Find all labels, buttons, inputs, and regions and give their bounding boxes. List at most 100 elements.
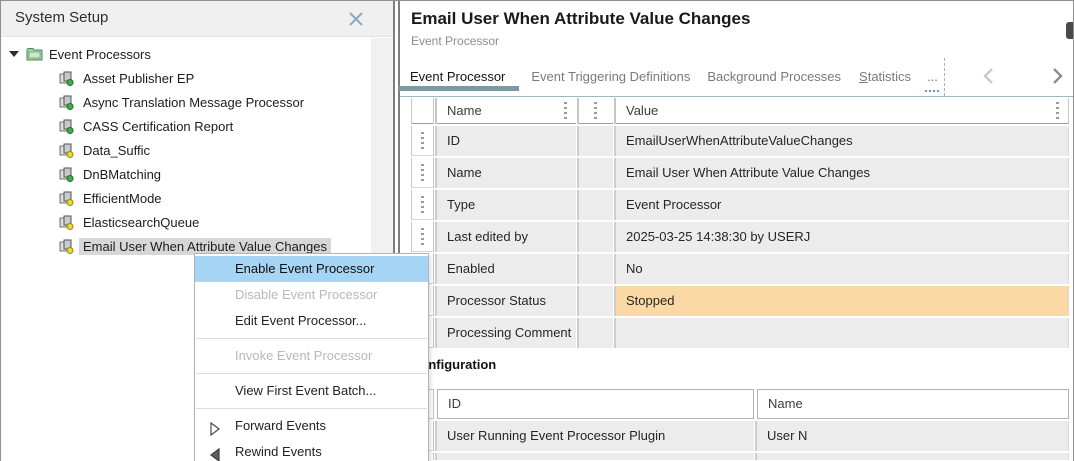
row-handle[interactable]: [411, 222, 434, 252]
tree-item-label: CASS Certification Report: [79, 118, 237, 135]
property-row-processing-comment: Processing Comment: [411, 318, 1069, 348]
config-column-header-id: ID: [437, 389, 754, 419]
tree-item[interactable]: Asset Publisher EP: [1, 67, 371, 91]
panel-header: System Setup: [1, 1, 393, 37]
pin-icon[interactable]: [1066, 22, 1073, 39]
event-processor-icon: [59, 119, 74, 134]
forward-events-icon: [208, 419, 222, 433]
tree-item[interactable]: Data_Suffic: [1, 139, 371, 163]
panel-title: System Setup: [15, 9, 108, 26]
column-header-name: Name: [437, 98, 576, 124]
menu-item-forward-events[interactable]: Forward Events: [195, 413, 428, 439]
event-processor-icon: [59, 143, 74, 158]
collapse-arrow-icon[interactable]: [9, 51, 19, 57]
event-processor-icon: [59, 239, 74, 254]
tree-item-label: Asset Publisher EP: [79, 70, 198, 87]
event-processor-icon: [59, 167, 74, 182]
property-name-cell: Last edited by: [437, 222, 576, 252]
column-menu-dots-icon[interactable]: [564, 102, 567, 119]
property-spacer-cell: [579, 318, 613, 348]
property-row-processor-status: Processor Status Stopped: [411, 286, 1069, 316]
property-spacer-cell: [579, 158, 613, 188]
status-value-cell: Stopped: [616, 286, 1069, 316]
menu-separator: [196, 338, 427, 339]
property-value-cell: Email User When Attribute Value Changes: [616, 158, 1069, 188]
context-menu: Enable Event Processor Disable Event Pro…: [194, 253, 429, 461]
menu-item-invoke-event-processor[interactable]: Invoke Event Processor: [195, 343, 428, 369]
row-handle[interactable]: [411, 158, 434, 188]
page-title: Email User When Attribute Value Changes: [411, 9, 750, 29]
tree-item[interactable]: EfficientMode: [1, 187, 371, 211]
property-row-id: ID EmailUserWhenAttributeValueChanges: [411, 126, 1069, 156]
property-value-cell: EmailUserWhenAttributeValueChanges: [616, 126, 1069, 156]
config-name-cell: [757, 453, 1069, 460]
property-row-enabled: Enabled No: [411, 254, 1069, 284]
tab-background-processes[interactable]: Background Processes: [707, 69, 841, 85]
app-window: System Setup Event Processors Asset Publ…: [0, 0, 1074, 461]
detail-pane: Email User When Attribute Value Changes …: [400, 1, 1073, 461]
config-id-cell: [437, 453, 754, 460]
tab-statistics[interactable]: Statistics: [859, 69, 911, 85]
tab-event-triggering-definitions[interactable]: Event Triggering Definitions: [531, 69, 690, 85]
tree-item[interactable]: DnBMatching: [1, 163, 371, 187]
config-column-header-name: Name: [757, 389, 1069, 419]
row-handle-dots-icon: [421, 164, 424, 181]
column-menu-dots-icon[interactable]: [594, 102, 597, 119]
menu-item-view-first-event-batch[interactable]: View First Event Batch...: [195, 378, 428, 404]
tab-bar: Event Processor Event Triggering Definit…: [400, 57, 1073, 97]
tree-item[interactable]: CASS Certification Report: [1, 115, 371, 139]
tree-node-event-processors[interactable]: Event Processors: [1, 43, 371, 67]
menu-item-enable-event-processor[interactable]: Enable Event Processor: [195, 256, 428, 282]
tree-root-label: Event Processors: [49, 47, 151, 62]
menu-item-edit-event-processor[interactable]: Edit Event Processor...: [195, 308, 428, 334]
tree-item-label: EfficientMode: [79, 190, 166, 207]
row-handle[interactable]: [411, 126, 434, 156]
rewind-events-icon: [208, 445, 222, 459]
property-value-cell: Event Processor: [616, 190, 1069, 220]
close-icon[interactable]: [347, 10, 365, 28]
menu-separator: [196, 373, 427, 374]
event-processor-icon: [59, 215, 74, 230]
property-row-last-edited: Last edited by 2025-03-25 14:38:30 by US…: [411, 222, 1069, 252]
configuration-table: ID Name User Running Event Processor Plu…: [411, 389, 1069, 460]
event-processor-icon: [59, 95, 74, 110]
row-handle-dots-icon: [421, 196, 424, 213]
property-name-cell: Processor Status: [437, 286, 576, 316]
configuration-row[interactable]: User Running Event Processor Plugin User…: [411, 421, 1069, 451]
header-handle-cell: [411, 98, 434, 124]
config-id-cell: User Running Event Processor Plugin: [437, 421, 754, 451]
property-name-cell: ID: [437, 126, 576, 156]
property-name-cell: Type: [437, 190, 576, 220]
tab-scroll-right-icon[interactable]: [1049, 66, 1067, 86]
menu-item-disable-event-processor[interactable]: Disable Event Processor: [195, 282, 428, 308]
column-header-value: Value: [616, 98, 1069, 124]
tab-overflow-more[interactable]: ...: [927, 69, 938, 84]
property-spacer-cell: [579, 254, 613, 284]
row-handle-dots-icon: [421, 228, 424, 245]
tree-item[interactable]: ElasticsearchQueue: [1, 211, 371, 235]
column-menu-dots-icon[interactable]: [1056, 102, 1059, 119]
property-name-cell: Processing Comment: [437, 318, 576, 348]
tree-item[interactable]: Async Translation Message Processor: [1, 91, 371, 115]
tree-item-label: Async Translation Message Processor: [79, 94, 308, 111]
folder-icon: [26, 45, 43, 69]
event-processor-icon: [59, 71, 74, 86]
row-handle[interactable]: [411, 190, 434, 220]
tab-scroll-left-icon[interactable]: [981, 66, 999, 86]
properties-table: Name Value ID EmailUserWhenAttributeValu…: [411, 98, 1069, 348]
property-row-name: Name Email User When Attribute Value Cha…: [411, 158, 1069, 188]
property-value-cell: [616, 318, 1069, 348]
property-spacer-cell: [579, 286, 613, 316]
configuration-row-partial: [411, 453, 1069, 460]
tree-item-label: ElasticsearchQueue: [79, 214, 203, 231]
menu-item-rewind-events[interactable]: Rewind Events: [195, 439, 428, 461]
property-spacer-cell: [579, 222, 613, 252]
properties-header-row: Name Value: [411, 98, 1069, 124]
configuration-header-row: ID Name: [411, 389, 1069, 419]
event-processor-icon: [59, 191, 74, 206]
menu-separator: [196, 408, 427, 409]
property-spacer-cell: [579, 190, 613, 220]
tree-item-label: Data_Suffic: [79, 142, 154, 159]
tab-event-processor[interactable]: Event Processor: [410, 69, 505, 85]
page-subtitle: Event Processor: [411, 34, 499, 48]
